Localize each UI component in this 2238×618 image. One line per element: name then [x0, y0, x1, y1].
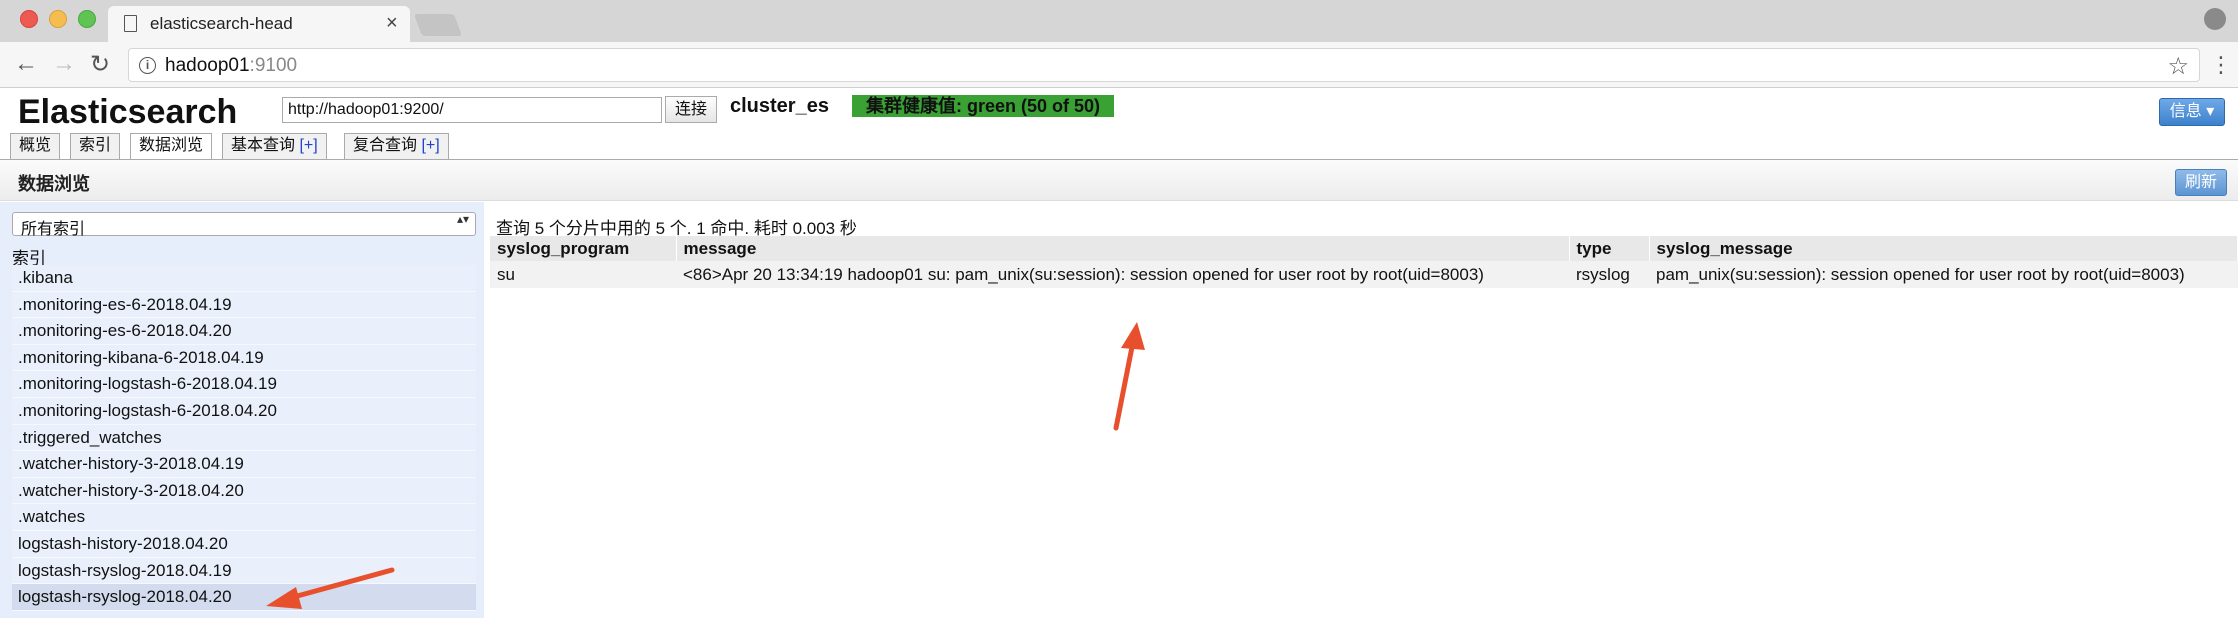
new-tab-button[interactable] [413, 14, 463, 36]
tab-plus: [+] [299, 137, 318, 154]
info-icon[interactable]: i [139, 57, 156, 74]
table-row[interactable]: su <86>Apr 20 13:34:19 hadoop01 su: pam_… [490, 261, 2238, 288]
page-icon [124, 15, 137, 32]
forward-icon[interactable]: → [52, 50, 76, 78]
tab-label: 基本查询 [231, 137, 300, 154]
star-icon[interactable]: ☆ [2167, 52, 2189, 81]
menu-icon[interactable]: ⋮ [2210, 52, 2232, 78]
url-host: hadoop01 [165, 55, 250, 76]
index-item[interactable]: .monitoring-es-6-2018.04.20 [12, 318, 476, 345]
column-header[interactable]: syslog_message [1649, 236, 2238, 261]
minimize-window-button[interactable] [49, 10, 67, 28]
table-header-row: syslog_program message type syslog_messa… [490, 236, 2238, 261]
close-window-button[interactable] [20, 10, 38, 28]
index-item[interactable]: logstash-history-2018.04.20 [12, 530, 476, 558]
connect-button[interactable]: 连接 [665, 96, 717, 123]
browser-tab-title: elasticsearch-head [150, 14, 293, 33]
tab-label: 复合查询 [353, 137, 422, 154]
section-title: 数据浏览 [18, 174, 90, 194]
refresh-button[interactable]: 刷新 [2175, 169, 2227, 196]
browser-tab[interactable]: elasticsearch-head × [108, 6, 410, 42]
browser-titlebar: elasticsearch-head × [0, 0, 2238, 42]
index-item[interactable]: .monitoring-logstash-6-2018.04.20 [12, 397, 476, 425]
close-icon[interactable]: × [386, 12, 398, 35]
index-select[interactable]: 所有索引 ▴▾ [12, 212, 476, 238]
cluster-name: cluster_es [730, 95, 829, 117]
index-select-value: 所有索引 [21, 221, 86, 238]
tab-basic-query[interactable]: 基本查询 [+] [222, 133, 327, 159]
column-header[interactable]: syslog_program [490, 236, 677, 261]
tab-indices[interactable]: 索引 [70, 133, 121, 159]
url-text[interactable]: hadoop01:9100 [165, 55, 297, 77]
maximize-window-button[interactable] [78, 10, 96, 28]
column-header[interactable]: message [676, 236, 1570, 261]
profile-icon[interactable] [2204, 8, 2226, 30]
results-panel: 查询 5 个分片中用的 5 个. 1 命中. 耗时 0.003 秒 syslog… [484, 202, 2238, 618]
tab-browser[interactable]: 数据浏览 [130, 133, 213, 160]
tab-label: 概览 [19, 137, 52, 154]
table-cell: rsyslog [1569, 261, 1649, 288]
reload-icon[interactable]: ↻ [90, 50, 110, 79]
select-arrows-icon: ▴▾ [456, 212, 469, 226]
index-item[interactable]: .triggered_watches [12, 424, 476, 452]
index-item[interactable]: .monitoring-es-6-2018.04.19 [12, 291, 476, 319]
back-icon[interactable]: ← [14, 50, 38, 78]
column-header[interactable]: type [1569, 236, 1650, 261]
index-item[interactable]: .watcher-history-3-2018.04.19 [12, 451, 476, 478]
tab-overview[interactable]: 概览 [10, 133, 61, 159]
url-port: :9100 [249, 55, 298, 76]
connect-url-input[interactable] [282, 97, 662, 123]
index-sidebar: 所有索引 ▴▾ 索引 .kibana .monitoring-es-6-2018… [0, 202, 484, 618]
table-cell: su [490, 261, 676, 288]
results-table: syslog_program message type syslog_messa… [490, 236, 2238, 288]
index-item[interactable]: .monitoring-logstash-6-2018.04.19 [12, 371, 476, 398]
tab-label: 数据浏览 [139, 137, 204, 154]
address-bar[interactable]: i hadoop01:9100 ☆ [128, 48, 2200, 82]
index-item-selected[interactable]: logstash-rsyslog-2018.04.20 [12, 584, 476, 611]
index-item[interactable]: logstash-rsyslog-2018.04.19 [12, 557, 476, 585]
tab-complex-query[interactable]: 复合查询 [+] [344, 133, 449, 159]
index-item[interactable]: .monitoring-kibana-6-2018.04.19 [12, 344, 476, 372]
index-item[interactable]: .kibana [12, 265, 476, 292]
table-cell: pam_unix(su:session): session opened for… [1649, 261, 2238, 288]
index-item[interactable]: .watcher-history-3-2018.04.20 [12, 477, 476, 505]
cluster-health-badge: 集群健康值: green (50 of 50) [852, 95, 1115, 117]
index-item[interactable]: .watches [12, 504, 476, 531]
app-logo: Elasticsearch [18, 93, 238, 131]
section-header: 数据浏览 刷新 [0, 159, 2238, 201]
info-button[interactable]: 信息 ▾ [2159, 98, 2225, 126]
index-list: .kibana .monitoring-es-6-2018.04.19 .mon… [12, 265, 476, 611]
es-head-app: Elasticsearch 连接 cluster_es 集群健康值: green… [0, 89, 2238, 618]
browser-toolbar: ← → ↻ i hadoop01:9100 ☆ ⋮ [0, 42, 2238, 88]
tab-label: 索引 [79, 137, 112, 154]
table-cell: <86>Apr 20 13:34:19 hadoop01 su: pam_uni… [676, 261, 1569, 288]
tab-plus: [+] [421, 137, 440, 154]
